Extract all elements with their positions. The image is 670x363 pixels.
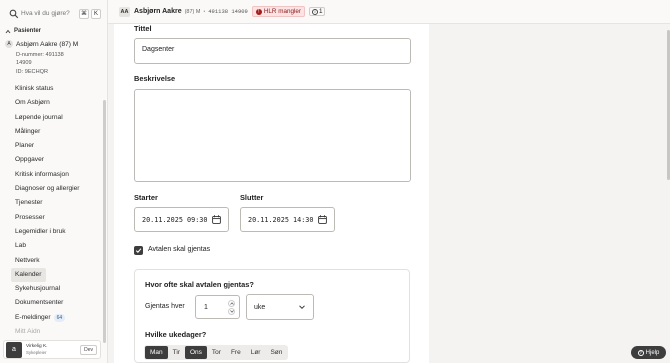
user-info: Virkelig K. Sykepleier <box>26 344 48 355</box>
sidebar-item-e-meldinger[interactable]: E-meldinger 64 <box>11 311 101 325</box>
help-label: Hjelp <box>645 349 660 356</box>
day-toggle-ons[interactable]: Ons <box>185 346 207 359</box>
stepper-arrows <box>228 299 235 315</box>
search-icon <box>9 9 19 18</box>
e-meldinger-count-badge: 64 <box>53 313 66 322</box>
patients-section-header[interactable]: Pasienter <box>5 28 41 34</box>
day-toggle-tor[interactable]: Tor <box>207 346 226 359</box>
header-patient-name[interactable]: Asbjørn Aakre <box>134 8 182 15</box>
patient-initials: AA <box>119 6 130 17</box>
weekday-selector: Man Tir Ons Tor Fre Lør Søn <box>144 345 289 360</box>
help-button[interactable]: ? Hjelp <box>631 346 666 359</box>
start-label: Starter <box>134 193 158 202</box>
patient-dnr-line2: 14909 <box>16 60 32 66</box>
patient-dnr-line1: D-nummer: 491138 <box>16 52 64 58</box>
help-icon: ? <box>637 349 644 356</box>
recurrence-heading: Hvor ofte skal avtalen gjentas? <box>145 280 254 289</box>
section-title: Pasienter <box>14 28 42 34</box>
unit-value: uke <box>254 303 266 311</box>
sidebar-item-tjenester[interactable]: Tjenester <box>11 196 101 210</box>
sidebar-item-kalender[interactable]: Kalender <box>11 267 46 283</box>
title-label: Tittel <box>134 24 152 33</box>
end-value: 20.11.2025 14:30 <box>248 215 314 224</box>
patient-header: AA Asbjørn Aakre (87) M • 491138 14909 !… <box>108 0 670 24</box>
sidebar-item-nettverk[interactable]: Nettverk <box>11 254 101 268</box>
chevron-up-icon <box>5 29 11 33</box>
sidebar-item-lab[interactable]: Lab <box>11 239 101 253</box>
description-label: Beskrivelse <box>134 74 176 83</box>
day-toggle-lor[interactable]: Lør <box>246 346 266 359</box>
calendar-icon[interactable] <box>212 215 221 224</box>
sidebar-item-oppgaver[interactable]: Oppgaver <box>11 153 101 167</box>
hlr-warning-badge[interactable]: ! HLR mangler <box>251 6 305 17</box>
user-name: Virkelig K. <box>26 344 48 349</box>
day-toggle-man[interactable]: Man <box>145 346 168 359</box>
info-count-badge[interactable]: i 1 <box>308 7 326 16</box>
calendar-icon[interactable] <box>318 215 327 224</box>
sidebar-item-legemidler[interactable]: Legemidler i bruk <box>11 225 101 239</box>
patient-id: ID: 9ECHQR <box>16 69 49 75</box>
patient-name: Asbjørn Aakre (87) M <box>16 40 79 48</box>
day-toggle-son[interactable]: Søn <box>265 346 287 359</box>
header-dnr: 491138 14909 <box>208 8 248 15</box>
patient-avatar: A <box>5 40 13 48</box>
repeat-checkbox[interactable] <box>134 246 143 255</box>
search-input[interactable] <box>21 10 77 17</box>
end-label: Slutter <box>240 193 264 202</box>
sidebar-item-diagnoser[interactable]: Diagnoser og allergier <box>11 182 101 196</box>
repeat-checkbox-label[interactable]: Avtalen skal gjentas <box>148 246 210 253</box>
day-toggle-fre[interactable]: Fre <box>226 346 246 359</box>
right-column <box>429 24 670 363</box>
interval-value: 1 <box>204 303 208 311</box>
info-icon: i <box>311 8 318 15</box>
end-datetime-input[interactable]: 20.11.2025 14:30 <box>240 207 335 232</box>
info-count: 1 <box>318 8 323 15</box>
hlr-warning-text: HLR mangler <box>263 8 301 15</box>
sidebar-item-lopende-journal[interactable]: Løpende journal <box>11 111 101 125</box>
kbd-key: K <box>91 8 101 19</box>
sidebar-item-malinger[interactable]: Målinger <box>11 125 101 139</box>
day-toggle-tir[interactable]: Tir <box>168 346 185 359</box>
sidebar-item-sykehusjournal[interactable]: Sykehusjournal <box>11 282 101 296</box>
user-profile[interactable]: a Virkelig K. Sykepleier Dev <box>3 340 101 359</box>
patient-nav: Klinisk status Om Asbjørn Løpende journa… <box>11 82 101 339</box>
warning-icon: ! <box>255 8 262 15</box>
dev-button[interactable]: Dev <box>80 344 97 355</box>
separator-dot: • <box>203 8 206 15</box>
user-avatar: a <box>6 341 22 358</box>
search-bar[interactable]: ⌘ K <box>4 6 103 21</box>
interval-unit-select[interactable]: uke <box>246 294 314 320</box>
kbd-cmd: ⌘ <box>79 8 89 19</box>
start-value: 20.11.2025 09:30 <box>142 215 208 224</box>
increment-icon[interactable] <box>228 299 235 307</box>
sidebar-scrollbar[interactable] <box>103 100 106 343</box>
decrement-icon[interactable] <box>228 307 235 315</box>
header-patient-age: (87) M <box>184 8 201 15</box>
repeat-every-label: Gjentas hver <box>145 303 185 310</box>
title-input[interactable] <box>134 38 411 64</box>
sidebar-item-planer[interactable]: Planer <box>11 139 101 153</box>
weekdays-heading: Hvilke ukedager? <box>145 330 207 339</box>
checkmark-icon <box>135 248 142 253</box>
sidebar-item-dokumentsenter[interactable]: Dokumentsenter <box>11 296 101 310</box>
sidebar-item-om[interactable]: Om Asbjørn <box>11 96 101 110</box>
user-role: Sykepleier <box>26 349 47 355</box>
interval-stepper[interactable]: 1 <box>195 295 240 319</box>
start-datetime-input[interactable]: 20.11.2025 09:30 <box>134 207 229 232</box>
patient-entry[interactable]: A Asbjørn Aakre (87) M <box>5 40 78 48</box>
description-textarea[interactable] <box>134 89 411 182</box>
sidebar-item-mitt-aidn[interactable]: Mitt Aidn <box>11 325 101 339</box>
chevron-down-icon <box>299 305 305 310</box>
sidebar: ⌘ K Pasienter A Asbjørn Aakre (87) M D-n… <box>0 0 108 363</box>
title-value: Dagsenter <box>142 46 175 53</box>
sidebar-item-kritisk-info[interactable]: Kritisk informasjon <box>11 168 101 182</box>
sidebar-item-prosesser[interactable]: Prosesser <box>11 211 101 225</box>
sidebar-item-klinisk-status[interactable]: Klinisk status <box>11 82 101 96</box>
